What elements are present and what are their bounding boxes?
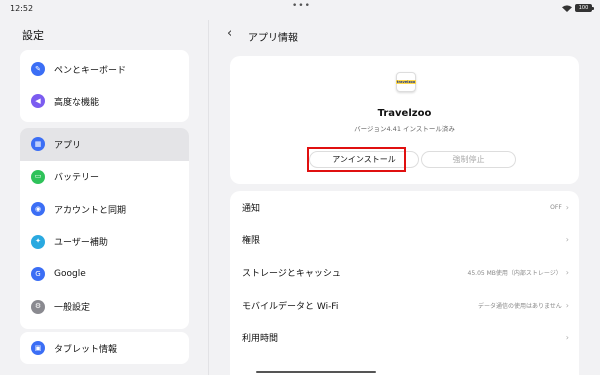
settings-group-3: ▣ タブレット情報: [20, 332, 189, 364]
sidebar-item-accessibility[interactable]: ✦ ユーザー補助: [20, 226, 189, 259]
list-item-value: データ通信の使用はありません: [477, 302, 562, 310]
sidebar-item-label: Google: [54, 269, 86, 280]
chevron-right-icon: ›: [565, 235, 569, 245]
sidebar-item-label: 高度な機能: [54, 97, 100, 108]
chevron-right-icon: ›: [565, 300, 569, 310]
account-icon: ◉: [31, 202, 45, 217]
advanced-features-icon: ◀: [31, 94, 45, 108]
app-logo-text: travelzoo: [395, 80, 417, 84]
sidebar-item-pen-keyboard[interactable]: ✎ ペンとキーボード: [20, 53, 189, 85]
status-icons: 100: [562, 4, 594, 12]
list-item-mobile-data-wifi[interactable]: モバイルデータと Wi-Fi データ通信の使用はありません ›: [230, 289, 579, 322]
gear-icon: ⚙: [31, 299, 45, 314]
sidebar-item-label: ユーザー補助: [54, 238, 108, 249]
sidebar-item-label: バッテリー: [54, 173, 100, 184]
sidebar-item-advanced-features[interactable]: ◀ 高度な機能: [20, 85, 189, 117]
apps-grid-icon: ▦: [31, 137, 45, 152]
wifi-icon: [562, 4, 572, 12]
app-settings-list: 通知 OFF › 権限 › ストレージとキャッシュ 45.05 MB使用（内部ス…: [230, 191, 579, 375]
google-icon: G: [31, 267, 45, 282]
chevron-right-icon: ›: [565, 333, 569, 343]
app-name: Travelzoo: [377, 108, 432, 119]
home-indicator[interactable]: [256, 371, 376, 373]
sidebar-item-label: 一般設定: [54, 303, 91, 314]
list-item-label: 権限: [242, 236, 261, 247]
list-item-label: ストレージとキャッシュ: [242, 268, 341, 279]
force-stop-button[interactable]: 強制停止: [421, 151, 516, 168]
chevron-right-icon: ›: [565, 267, 569, 277]
sidebar-item-label: タブレット情報: [54, 344, 118, 355]
sidebar-item-label: アプリ: [54, 140, 82, 151]
list-item-label: 通知: [242, 203, 261, 214]
back-icon[interactable]: ‹: [227, 26, 232, 41]
app-summary-card: travelzoo Travelzoo バージョン4.41 インストール済み ア…: [230, 56, 579, 184]
page-title: アプリ情報: [248, 33, 298, 44]
sidebar-item-general[interactable]: ⚙ 一般設定: [20, 291, 189, 324]
list-item-storage-cache[interactable]: ストレージとキャッシュ 45.05 MB使用（内部ストレージ） ›: [230, 256, 579, 289]
status-bar: 12:52 ••• 100: [0, 0, 600, 20]
multitask-dots[interactable]: •••: [292, 1, 311, 11]
app-logo-icon: travelzoo: [395, 72, 417, 92]
settings-title: 設定: [22, 29, 44, 42]
sidebar-item-label: ペンとキーボード: [54, 65, 127, 76]
sidebar-item-tablet-info[interactable]: ▣ タブレット情報: [20, 332, 189, 364]
battery-settings-icon: ▭: [31, 169, 45, 184]
sidebar-item-apps[interactable]: ▦ アプリ: [20, 128, 189, 161]
settings-group-2: ▦ アプリ ▭ バッテリー ◉ アカウントと同期 ✦ ユーザー補助 G Goog…: [20, 128, 189, 329]
list-item-permissions[interactable]: 権限 ›: [230, 224, 579, 257]
list-item-label: モバイルデータと Wi-Fi: [242, 301, 339, 312]
app-info-pane: ‹ アプリ情報 travelzoo Travelzoo バージョン4.41 イン…: [209, 20, 600, 375]
sidebar-item-battery[interactable]: ▭ バッテリー: [20, 161, 189, 194]
sidebar-item-google[interactable]: G Google: [20, 258, 189, 291]
battery-icon: 100: [575, 4, 594, 12]
list-item-notifications[interactable]: 通知 OFF ›: [230, 191, 579, 224]
app-info-header: ‹ アプリ情報: [209, 20, 600, 50]
chevron-right-icon: ›: [565, 202, 569, 212]
settings-group-1: ✎ ペンとキーボード ◀ 高度な機能: [20, 50, 189, 122]
list-item-value: 45.05 MB使用（内部ストレージ）: [467, 269, 562, 277]
accessibility-icon: ✦: [31, 234, 45, 249]
sidebar-item-label: アカウントと同期: [54, 205, 127, 216]
app-version: バージョン4.41 インストール済み: [354, 125, 455, 133]
tablet-icon: ▣: [31, 341, 45, 356]
uninstall-button[interactable]: アンインストール: [309, 151, 419, 168]
list-item-label: 利用時間: [242, 334, 279, 345]
pen-icon: ✎: [31, 62, 45, 76]
list-item-usage-time[interactable]: 利用時間 ›: [230, 321, 579, 354]
settings-sidebar: 設定 ✎ ペンとキーボード ◀ 高度な機能 ▦ アプリ ▭ バッテリー ◉ アカ…: [0, 20, 208, 375]
list-item-value: OFF: [550, 203, 562, 211]
sidebar-item-accounts-sync[interactable]: ◉ アカウントと同期: [20, 193, 189, 226]
status-time: 12:52: [10, 4, 34, 13]
